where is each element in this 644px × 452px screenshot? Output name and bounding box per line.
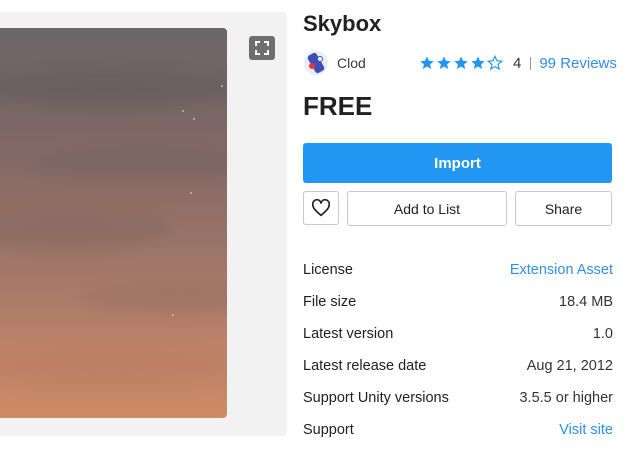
star-dot bbox=[193, 118, 195, 120]
detail-row: License Extension Asset bbox=[303, 254, 613, 286]
rating-stars bbox=[419, 55, 503, 71]
detail-label: File size bbox=[303, 294, 357, 310]
star-filled-icon bbox=[471, 56, 485, 69]
heart-icon bbox=[311, 199, 331, 217]
star-empty-icon bbox=[487, 55, 503, 71]
publisher-name[interactable]: Clod bbox=[337, 55, 366, 71]
rating-value: 4 bbox=[513, 54, 522, 72]
detail-row: Latest release date Aug 21, 2012 bbox=[303, 350, 613, 382]
detail-row: Support Unity versions 3.5.5 or higher bbox=[303, 382, 613, 414]
star-dot bbox=[190, 192, 192, 194]
star-dot bbox=[172, 314, 174, 316]
star-filled-icon bbox=[454, 56, 468, 69]
detail-row: File size 18.4 MB bbox=[303, 286, 613, 318]
detail-value-link[interactable]: Visit site bbox=[559, 422, 613, 438]
star-filled-icon bbox=[420, 56, 434, 69]
star-dot bbox=[182, 110, 184, 112]
price: FREE bbox=[303, 91, 373, 121]
cloud-shape bbox=[0, 348, 227, 388]
fullscreen-icon bbox=[255, 41, 269, 55]
rating: 4 99 Reviews bbox=[419, 52, 617, 74]
cloud-shape bbox=[30, 148, 227, 178]
detail-label: Latest release date bbox=[303, 358, 427, 374]
rating-separator bbox=[530, 56, 532, 70]
preview-image[interactable] bbox=[0, 28, 227, 418]
asset-details: License Extension Asset File size 18.4 MB La… bbox=[303, 254, 613, 446]
detail-label: License bbox=[303, 262, 353, 278]
star-filled-icon bbox=[437, 56, 451, 69]
share-button[interactable]: Share bbox=[515, 191, 612, 226]
detail-value: 3.5.5 or higher bbox=[519, 390, 613, 406]
cloud-shape bbox=[80, 283, 227, 313]
star-dot bbox=[221, 85, 223, 87]
favorite-button[interactable] bbox=[303, 191, 339, 225]
import-button[interactable]: Import bbox=[303, 143, 612, 183]
publisher[interactable]: Clod bbox=[303, 51, 366, 75]
asset-title: Skybox bbox=[303, 11, 382, 36]
detail-value: 18.4 MB bbox=[559, 294, 613, 310]
detail-row: Latest version 1.0 bbox=[303, 318, 613, 350]
detail-label: Support Unity versions bbox=[303, 390, 449, 406]
cloud-shape bbox=[0, 213, 170, 248]
detail-value-link[interactable]: Extension Asset bbox=[510, 262, 613, 278]
cloud-shape bbox=[0, 68, 227, 108]
fullscreen-button[interactable] bbox=[249, 36, 275, 60]
detail-row: Support Visit site bbox=[303, 414, 613, 446]
detail-value: 1.0 bbox=[592, 326, 613, 342]
add-to-list-button[interactable]: Add to List bbox=[347, 191, 507, 226]
detail-value: Aug 21, 2012 bbox=[526, 358, 613, 374]
detail-label: Support bbox=[303, 422, 354, 438]
publisher-avatar-icon bbox=[304, 51, 328, 75]
image-gallery bbox=[0, 12, 287, 436]
reviews-link[interactable]: 99 Reviews bbox=[539, 55, 617, 72]
detail-label: Latest version bbox=[303, 326, 394, 342]
